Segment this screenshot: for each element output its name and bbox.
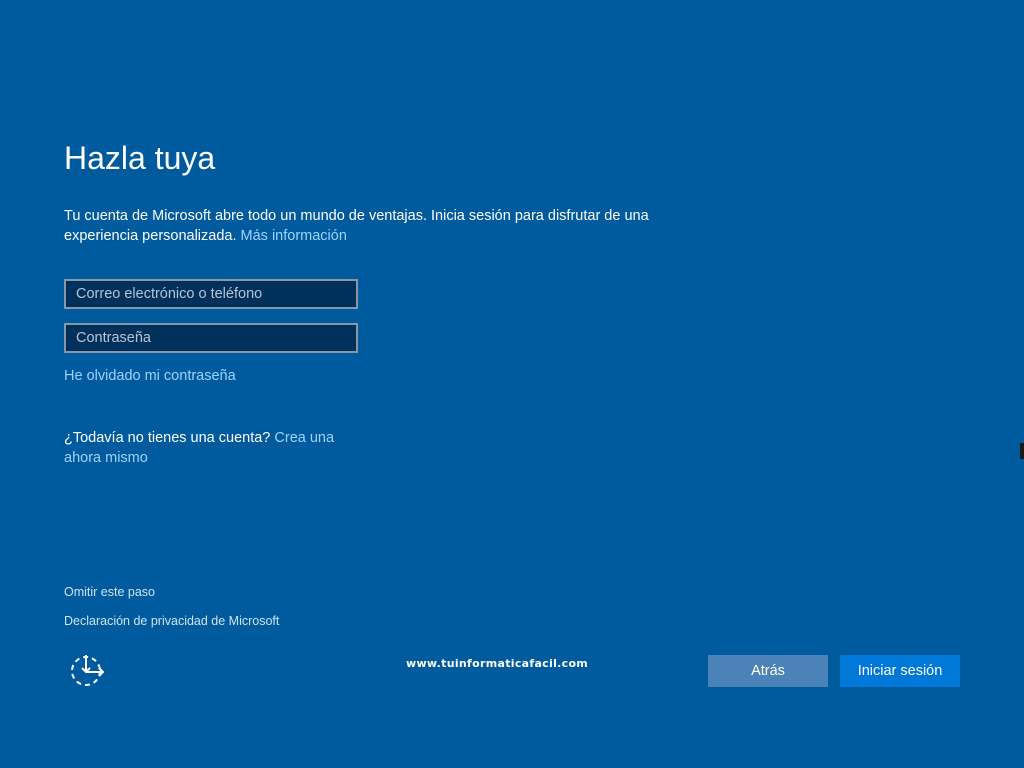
skip-step-link[interactable]: Omitir este paso [64,584,155,600]
ease-of-access-glyph [71,655,105,686]
no-account-text: ¿Todavía no tienes una cuenta? [64,430,271,446]
mouse-cursor-edge [1020,443,1024,459]
forgot-password-link[interactable]: He olvidado mi contraseña [64,366,236,386]
email-field[interactable] [64,279,358,309]
back-button[interactable]: Atrás [708,655,828,687]
privacy-statement-link[interactable]: Declaración de privacidad de Microsoft [64,613,279,629]
intro-text: Tu cuenta de Microsoft abre todo un mund… [64,206,704,246]
ease-of-access-icon[interactable] [68,652,108,688]
password-field[interactable] [64,323,358,353]
intro-description: Tu cuenta de Microsoft abre todo un mund… [64,208,649,244]
page-title: Hazla tuya [64,140,216,176]
sign-in-button[interactable]: Iniciar sesión [840,655,960,687]
watermark-text: www.tuinformaticafacil.com [406,657,589,670]
more-info-link[interactable]: Más información [241,228,347,244]
no-account-prompt: ¿Todavía no tienes una cuenta? Crea una … [64,428,354,468]
